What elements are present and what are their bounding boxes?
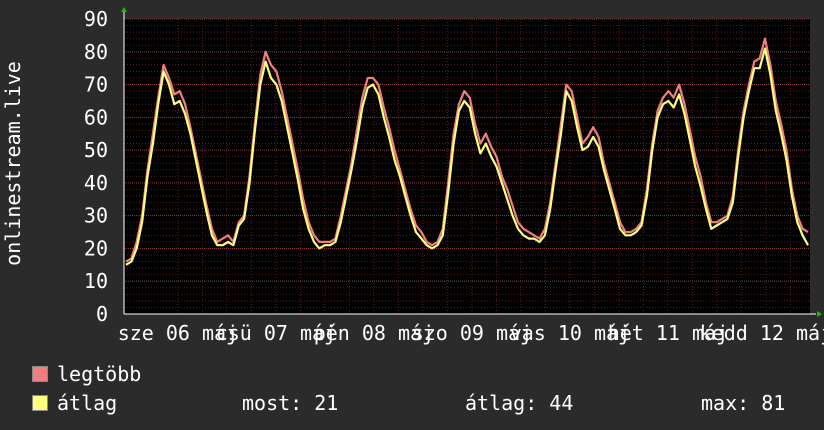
y-tick-label: 30 [84,204,108,228]
y-axis-arrow-icon [121,7,127,12]
stat-max: max: 81 [701,391,786,415]
legend-label-avg: átlag [57,391,118,415]
y-tick-label: 40 [84,171,108,195]
x-tick-label: kedd 12 máj [700,321,824,345]
y-tick-label: 0 [96,302,108,326]
y-tick-label: 60 [84,105,108,129]
y-tick-label: 80 [84,40,108,64]
y-axis-label: onlinestream.live [1,61,25,266]
y-tick-label: 50 [84,138,108,162]
y-tick-label: 10 [84,269,108,293]
legend-swatch-avg [32,395,48,411]
y-tick-label: 70 [84,73,108,97]
y-tick-label: 90 [84,7,108,31]
y-tick-label: 20 [84,236,108,260]
x-axis-arrow-icon [817,311,822,317]
legend-label-max: legtöbb [57,362,142,386]
stat-now: most: 21 [242,391,339,415]
stat-avg: átlag: 44 [465,391,574,415]
legend-swatch-max [32,366,48,382]
